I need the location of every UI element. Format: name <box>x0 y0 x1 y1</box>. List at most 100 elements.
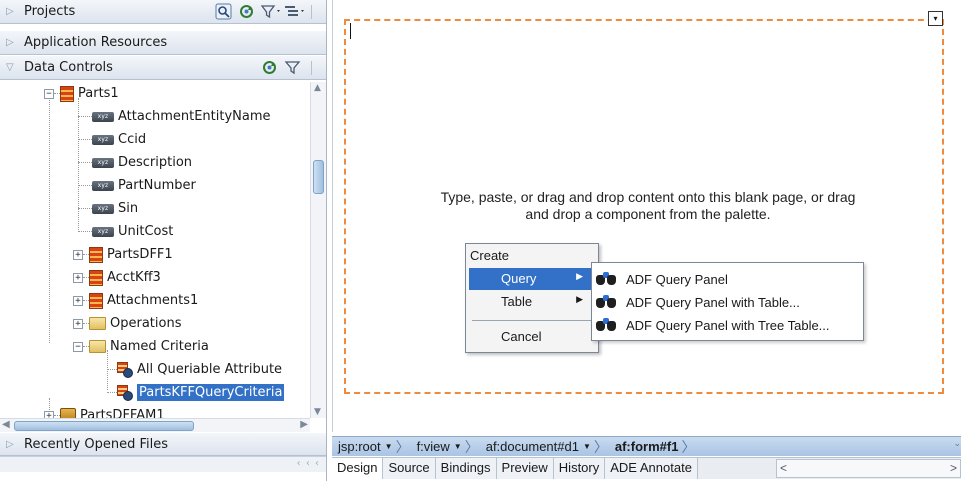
filter-icon[interactable] <box>260 3 280 20</box>
tree-node[interactable]: + PartsDFFAM1 <box>44 404 165 418</box>
tree-node[interactable]: + AcctKff3 <box>73 266 161 289</box>
folder-open-icon <box>89 340 106 353</box>
tab-bindings[interactable]: Bindings <box>435 458 497 479</box>
layout-options-icon[interactable] <box>284 3 304 20</box>
menu-item-table[interactable]: Table ▶ <box>469 291 595 313</box>
data-controls-label: Data Controls <box>24 60 113 75</box>
binoculars-icon <box>596 318 616 332</box>
design-canvas[interactable]: ▾ Type, paste, or drag and drop content … <box>332 0 961 432</box>
tree-node[interactable]: − Named Criteria <box>73 335 209 358</box>
scroll-down-icon[interactable]: ▼ <box>314 407 321 417</box>
tree-node-label: AttachmentEntityName <box>118 109 271 124</box>
tab-ade-annotate[interactable]: ADE Annotate <box>605 458 698 479</box>
panel-bottom-strip: ‹ ‹ ‹ <box>0 456 326 472</box>
submenu-item-adf-query-panel[interactable]: ADF Query Panel <box>596 268 728 290</box>
tab-history[interactable]: History <box>553 458 606 479</box>
application-resources-header[interactable]: ▷ Application Resources <box>0 31 326 55</box>
menu-item-cancel[interactable]: Cancel <box>501 329 541 344</box>
expand-toggle-icon[interactable]: + <box>73 272 83 283</box>
tree-node[interactable]: − Parts1 <box>44 82 119 105</box>
toolbar-separator <box>311 60 312 75</box>
scroll-thumb[interactable] <box>313 160 324 194</box>
binoculars-icon <box>596 295 616 309</box>
tree-node[interactable]: xyz Description <box>78 151 192 174</box>
scroll-up-icon[interactable]: ▲ <box>314 83 321 93</box>
submenu-item-label: ADF Query Panel <box>626 271 728 287</box>
breadcrumb-separator-icon: 〉 <box>395 438 410 455</box>
projects-header[interactable]: ▷ Projects <box>0 0 326 24</box>
scroll-left-icon[interactable]: ◀ <box>2 419 10 430</box>
tree-node-label: Ccid <box>118 132 147 147</box>
tree-node-label: Sin <box>118 201 139 216</box>
breadcrumb-separator-icon: 〉 <box>464 438 479 455</box>
scroll-thumb[interactable] <box>14 421 194 431</box>
toolbar-separator <box>311 4 312 19</box>
collapsed-triangle-icon: ▷ <box>6 37 14 48</box>
breadcrumb-jsp-root[interactable]: jsp:root ▼ 〉 <box>336 437 415 457</box>
editor-horizontal-scrollbar[interactable]: < > <box>776 459 961 478</box>
tree-node[interactable]: All Queriable Attribute <box>107 358 282 381</box>
refresh-icon[interactable] <box>238 3 255 20</box>
collection-icon <box>89 292 103 309</box>
criteria-icon <box>117 361 133 378</box>
tree-node[interactable]: + PartsDFF1 <box>73 243 173 266</box>
chevron-down-icon[interactable]: ▾ <box>928 11 943 26</box>
tree-node-label: PartNumber <box>118 178 196 193</box>
attribute-icon: xyz <box>92 226 114 237</box>
submenu-item-adf-query-panel-tree-table[interactable]: ADF Query Panel with Tree Table... <box>596 314 830 336</box>
search-icon[interactable] <box>215 3 232 20</box>
breadcrumb-f-view[interactable]: f:view ▼ 〉 <box>415 437 484 457</box>
tree-node-label: PartsDFF1 <box>107 247 173 262</box>
minimize-chevrons[interactable]: ‹ ‹ ‹ <box>297 458 320 469</box>
scroll-right-icon[interactable]: > <box>950 461 957 475</box>
tree-node[interactable]: xyz Sin <box>78 197 138 220</box>
tree-node-label: AcctKff3 <box>107 270 161 285</box>
scroll-right-icon[interactable]: ▶ <box>300 419 308 430</box>
tab-source[interactable]: Source <box>383 458 436 479</box>
collapse-toggle-icon[interactable]: − <box>73 341 83 352</box>
breadcrumb-label: jsp:root <box>338 439 381 454</box>
submenu-arrow-icon: ▶ <box>576 294 583 304</box>
data-controls-header[interactable]: ▽ Data Controls <box>0 56 326 80</box>
expand-toggle-icon[interactable]: + <box>44 410 54 418</box>
folder-icon <box>89 317 106 330</box>
expand-toggle-icon[interactable]: + <box>73 249 83 260</box>
tree-node[interactable]: xyz AttachmentEntityName <box>78 105 271 128</box>
attribute-icon: xyz <box>92 180 114 191</box>
tree-node[interactable]: xyz PartNumber <box>78 174 196 197</box>
collapse-toggle-icon[interactable]: − <box>44 88 54 99</box>
chevron-down-icon[interactable]: ▼ <box>583 442 591 451</box>
tree-node[interactable]: + Attachments1 <box>73 289 198 312</box>
tree-node[interactable]: + Operations <box>73 312 181 335</box>
menu-item-query[interactable]: Query ▶ <box>469 268 595 290</box>
tree-horizontal-scrollbar[interactable]: ◀ ▶ <box>0 418 310 432</box>
tab-design[interactable]: Design <box>332 458 384 479</box>
menu-item-label: Query <box>501 271 537 286</box>
breadcrumb-af-document[interactable]: af:document#d1 ▼ 〉 <box>484 437 613 457</box>
tree-node-selected[interactable]: PartsKFFQueryCriteria <box>107 381 285 404</box>
tree-node-label: Operations <box>110 316 182 331</box>
expand-toggle-icon[interactable]: + <box>73 295 83 306</box>
chevron-down-icon[interactable]: ▼ <box>385 442 393 451</box>
binoculars-icon <box>596 272 616 286</box>
tree-node[interactable]: xyz Ccid <box>78 128 146 151</box>
menu-title: Create <box>470 248 510 263</box>
refresh-icon[interactable] <box>261 59 278 76</box>
data-control-icon <box>60 408 76 418</box>
collapsed-triangle-icon: ▷ <box>6 6 14 17</box>
breadcrumb-af-form[interactable]: af:form#f1 〉 <box>613 437 701 457</box>
tab-preview[interactable]: Preview <box>496 458 554 479</box>
chevron-down-icon[interactable]: ▼ <box>454 442 462 451</box>
filter-icon[interactable] <box>284 59 301 76</box>
recently-opened-header[interactable]: ▷ Recently Opened Files <box>0 433 326 456</box>
expand-toggle-icon[interactable]: + <box>73 318 83 329</box>
recently-opened-label: Recently Opened Files <box>24 436 168 452</box>
tree-node[interactable]: xyz UnitCost <box>78 220 173 243</box>
scroll-left-icon[interactable]: < <box>780 461 787 475</box>
breadcrumb-separator-icon: 〉 <box>681 438 696 455</box>
attribute-icon: xyz <box>92 157 114 168</box>
tree-vertical-scrollbar[interactable]: ▲ ▼ <box>310 82 326 418</box>
chevron-down-icon[interactable]: ⌄ <box>953 438 961 449</box>
menu-item-label: Table <box>501 294 533 309</box>
submenu-item-adf-query-panel-table[interactable]: ADF Query Panel with Table... <box>596 291 800 313</box>
